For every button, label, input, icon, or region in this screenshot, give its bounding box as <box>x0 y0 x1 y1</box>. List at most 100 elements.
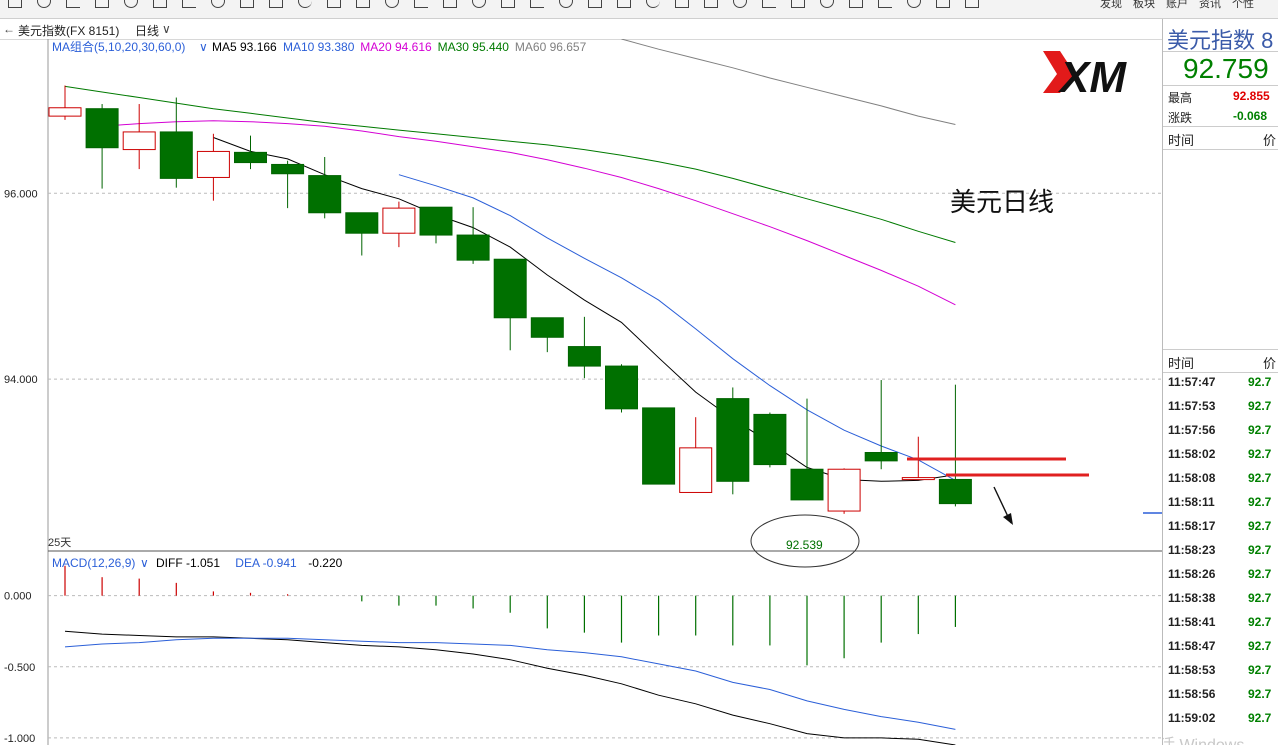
tick-time: 11:58:26 <box>1168 567 1216 581</box>
toolbar-menu-0[interactable]: 发现 <box>1100 0 1122 11</box>
change-label: 涨跌 <box>1168 111 1193 125</box>
tick-time: 11:57:53 <box>1168 399 1216 413</box>
high-value: 92.855 <box>1233 89 1270 103</box>
toolbar-icon-15[interactable] <box>443 0 457 8</box>
tick-price: 92.7 <box>1248 423 1272 437</box>
toolbar-icon-8[interactable] <box>240 0 254 8</box>
toolbar-icon-11[interactable] <box>327 0 341 8</box>
ma-legend-item: MA30 95.440 <box>438 40 510 54</box>
toolbar-icon-18[interactable] <box>530 0 544 8</box>
tick-price: 92.7 <box>1248 471 1272 485</box>
toolbar-menu-1[interactable]: 板块 <box>1133 0 1155 11</box>
candle-body <box>345 212 379 234</box>
candle-body <box>790 468 824 501</box>
toolbar-icon-6[interactable] <box>182 0 196 8</box>
toolbar-icon-17[interactable] <box>501 0 515 8</box>
chevron-down-icon[interactable]: ∨ <box>162 22 171 36</box>
toolbar-icon-5[interactable] <box>153 0 167 8</box>
tick-row: 11:58:41 92.7 <box>1163 611 1278 633</box>
tick-row: 11:57:53 92.7 <box>1163 395 1278 417</box>
chart-annotation-title: 美元日线 <box>950 187 1054 217</box>
toolbar-icon-23[interactable] <box>675 0 689 8</box>
macd-line-dea <box>64 637 956 730</box>
low-price-label: 92.539 <box>786 538 823 552</box>
toolbar-icon-1[interactable] <box>37 0 51 8</box>
toolbar-icon-0[interactable] <box>8 0 22 8</box>
ma-legend-item: MA5 93.166 <box>212 40 277 54</box>
symbol-label[interactable]: 美元指数(FX 8151) <box>18 22 119 39</box>
tick-price: 92.7 <box>1248 519 1272 533</box>
toolbar-icon-12[interactable] <box>356 0 370 8</box>
change-row: 涨跌 -0.068 <box>1163 105 1278 127</box>
toolbar-icon-27[interactable] <box>791 0 805 8</box>
candle-body <box>308 175 342 214</box>
tick-time: 11:59:02 <box>1168 711 1216 725</box>
tick-row: 11:58:26 92.7 <box>1163 563 1278 585</box>
tick-time: 11:58:41 <box>1168 615 1216 629</box>
tick-price: 92.7 <box>1248 447 1272 461</box>
toolbar-icon-22[interactable] <box>646 0 660 8</box>
down-arrow-head <box>1003 513 1013 525</box>
macd-legend-item: DEA -0.941 <box>235 556 297 570</box>
toolbar-icon-4[interactable] <box>124 0 138 8</box>
toolbar-icon-9[interactable] <box>269 0 283 8</box>
candle-body <box>419 206 453 236</box>
col-price-label: 价 <box>1263 356 1277 371</box>
candle-body <box>196 150 230 178</box>
ma-legend-item: MA60 96.657 <box>515 40 587 54</box>
toolbar-menu-3[interactable]: 资讯 <box>1199 0 1221 11</box>
tick-time: 11:58:08 <box>1168 471 1216 485</box>
candle-body <box>530 317 564 338</box>
tick-time: 11:57:47 <box>1168 375 1216 389</box>
candle-body <box>679 447 713 493</box>
ma-line-ma10 <box>398 174 956 481</box>
toolbar-menu-4[interactable]: 个性 <box>1232 0 1254 11</box>
toolbar-icon-31[interactable] <box>907 0 921 8</box>
toolbar-icon-24[interactable] <box>704 0 718 8</box>
tick-time: 11:58:56 <box>1168 687 1216 701</box>
toolbar-icon-32[interactable] <box>936 0 950 8</box>
tick-row: 11:58:08 92.7 <box>1163 467 1278 489</box>
tick-time: 11:58:17 <box>1168 519 1216 533</box>
toolbar-icon-29[interactable] <box>849 0 863 8</box>
toolbar-icon-13[interactable] <box>385 0 399 8</box>
candle-body <box>605 365 638 410</box>
toolbar-icon-16[interactable] <box>472 0 486 8</box>
toolbar-icon-21[interactable] <box>617 0 631 8</box>
price-tick-label: 96.000 <box>4 188 38 200</box>
tick-time: 11:58:53 <box>1168 663 1216 677</box>
tick-time: 11:58:47 <box>1168 639 1216 653</box>
tick-row: 11:59:02 92.7 <box>1163 707 1278 729</box>
ma-legend-item: MA20 94.616 <box>360 40 432 54</box>
tick-time: 11:58:02 <box>1168 447 1216 461</box>
toolbar-icon-3[interactable] <box>95 0 109 8</box>
toolbar-icon-10[interactable] <box>298 0 312 8</box>
candle-body <box>271 163 305 175</box>
tick-price: 92.7 <box>1248 711 1272 725</box>
toolbar-icon-19[interactable] <box>559 0 573 8</box>
toolbar-icon-14[interactable] <box>414 0 428 8</box>
tick-time: 11:58:38 <box>1168 591 1216 605</box>
toolbar-icon-25[interactable] <box>733 0 747 8</box>
tick-time: 11:58:23 <box>1168 543 1216 557</box>
candle-body <box>716 398 750 482</box>
chevron-down-icon: ∨ <box>199 40 208 54</box>
toolbar-icon-30[interactable] <box>878 0 892 8</box>
tick-price: 92.7 <box>1248 663 1272 677</box>
toolbar-icon-20[interactable] <box>588 0 602 8</box>
kline-chart[interactable]: 96.000 94.000 0.000 -0.500 -1.000 92.539 美元日线 2… <box>0 39 1162 745</box>
toolbar-icon-26[interactable] <box>762 0 776 8</box>
toolbar-icon-2[interactable] <box>66 0 80 8</box>
price-tick-label: 94.000 <box>4 374 38 386</box>
candle-body <box>901 477 935 481</box>
back-arrow-icon[interactable]: ← <box>3 22 15 36</box>
table-header-top: 时间 价 <box>1163 126 1278 150</box>
toolbar-icon-28[interactable] <box>820 0 834 8</box>
toolbar-menu-2[interactable]: 账户 <box>1166 0 1188 11</box>
toolbar-icon-7[interactable] <box>211 0 225 8</box>
tick-price: 92.7 <box>1248 567 1272 581</box>
toolbar-icon-33[interactable] <box>965 0 979 8</box>
period-label[interactable]: 日线 <box>135 22 159 39</box>
tick-row: 11:58:02 92.7 <box>1163 443 1278 465</box>
tick-price: 92.7 <box>1248 375 1272 389</box>
